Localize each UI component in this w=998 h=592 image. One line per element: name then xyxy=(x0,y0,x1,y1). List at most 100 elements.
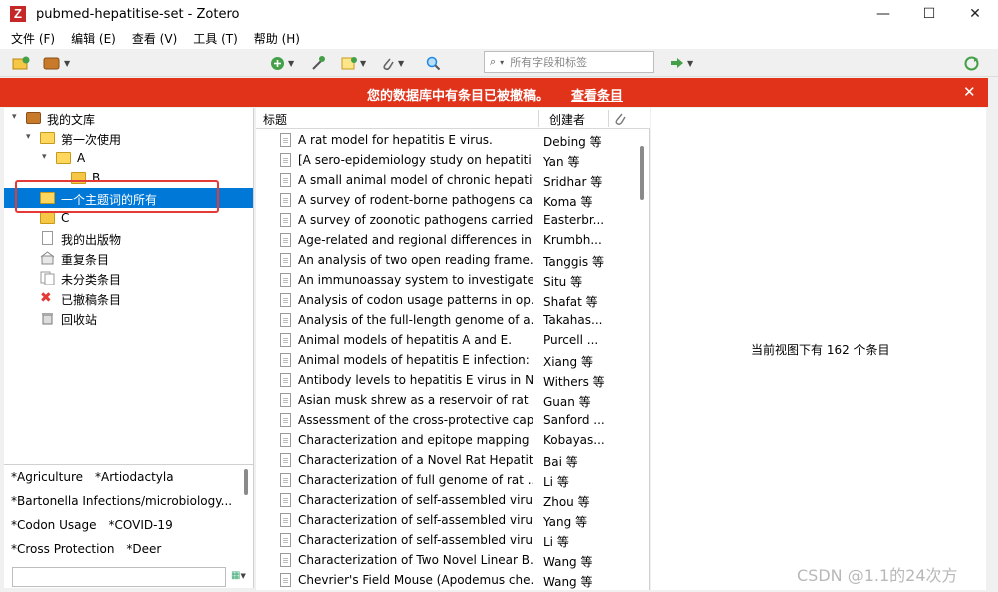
search-input[interactable]: ⌕ ▾ 所有字段和标签 xyxy=(484,51,654,73)
tree-item-label: A xyxy=(77,151,86,165)
sync-button[interactable] xyxy=(964,54,979,72)
tag-deer[interactable]: *Deer xyxy=(126,542,161,556)
journal-article-icon xyxy=(280,293,291,307)
menu-tools[interactable]: 工具 (T) xyxy=(188,30,243,47)
table-row[interactable]: Characterization of self-assembled viru.… xyxy=(256,490,634,510)
menu-help[interactable]: 帮助 (H) xyxy=(249,30,305,47)
table-row[interactable]: Characterization of self-assembled viru.… xyxy=(256,530,634,550)
menu-view[interactable]: 查看 (V) xyxy=(127,30,182,47)
table-row[interactable]: Characterization of full genome of rat .… xyxy=(256,470,634,490)
table-row[interactable]: An immunoassay system to investigate... S… xyxy=(256,270,634,290)
table-row[interactable]: Chevrier's Field Mouse (Apodemus che... W… xyxy=(256,570,634,590)
add-by-identifier-button[interactable] xyxy=(310,54,326,72)
table-row[interactable]: Age-related and regional differences in.… xyxy=(256,230,634,250)
locate-button[interactable]: ▼ xyxy=(670,54,693,72)
item-title: Analysis of the full-length genome of a.… xyxy=(298,313,533,327)
advanced-search-button[interactable] xyxy=(426,54,441,72)
menu-edit[interactable]: 编辑 (E) xyxy=(66,30,121,47)
table-row[interactable]: Asian musk shrew as a reservoir of rat .… xyxy=(256,390,634,410)
new-note-button[interactable]: ▼ xyxy=(341,54,366,72)
chevron-down-icon: ▼ xyxy=(687,58,694,68)
attachment-column-paperclip-icon[interactable] xyxy=(614,112,626,125)
item-creator: Shafat 等 xyxy=(543,295,598,309)
tag-covid-19[interactable]: *COVID-19 xyxy=(109,518,173,532)
tree-item-duplicates[interactable]: 重复条目 xyxy=(4,248,253,268)
item-title: Characterization of self-assembled viru.… xyxy=(298,513,533,527)
window-title: pubmed-hepatitise-set - Zotero xyxy=(36,6,240,22)
maximize-button[interactable]: ☐ xyxy=(906,0,952,28)
title-bar: Z pubmed-hepatitise-set - Zotero — ☐ ✕ xyxy=(0,0,998,28)
item-creator: Situ 等 xyxy=(543,275,583,289)
table-row[interactable]: [A sero-epidemiology study on hepatiti..… xyxy=(256,150,634,170)
items-scrollbar[interactable] xyxy=(640,146,644,200)
new-library-button[interactable]: ▼ xyxy=(43,54,70,72)
tag-selector: *Agriculture *Artiodactyla *Bartonella In… xyxy=(4,464,254,588)
column-divider[interactable] xyxy=(608,110,609,127)
magnifier-icon xyxy=(426,56,441,70)
chevron-down-icon[interactable]: ▾ xyxy=(12,112,17,122)
table-row[interactable]: Characterization of self-assembled viru.… xyxy=(256,510,634,530)
close-icon[interactable]: ✕ xyxy=(963,83,976,101)
journal-article-icon xyxy=(280,213,291,227)
tree-item-trash[interactable]: 回收站 xyxy=(4,308,253,328)
chevron-down-icon[interactable]: ▾ xyxy=(42,152,47,162)
note-icon xyxy=(341,57,357,70)
new-collection-button[interactable] xyxy=(12,54,30,72)
table-row[interactable]: Characterization of a Novel Rat Hepatit.… xyxy=(256,450,634,470)
window-edge xyxy=(988,78,998,592)
table-row[interactable]: Analysis of codon usage patterns in op..… xyxy=(256,290,634,310)
table-row[interactable]: A survey of zoonotic pathogens carried..… xyxy=(256,210,634,230)
tree-item-first-use[interactable]: ▾ 第一次使用 xyxy=(4,128,253,148)
highlight-annotation-box xyxy=(15,180,219,213)
table-row[interactable]: Analysis of the full-length genome of a.… xyxy=(256,310,634,330)
tag-cross-protection[interactable]: *Cross Protection xyxy=(11,542,114,556)
search-mode-chevron-icon[interactable]: ▾ xyxy=(500,58,504,67)
item-title: An immunoassay system to investigate... xyxy=(298,273,533,287)
journal-article-icon xyxy=(280,413,291,427)
column-divider[interactable] xyxy=(538,110,539,127)
tree-item-my-library[interactable]: ▾ 我的文库 xyxy=(4,108,253,128)
close-window-button[interactable]: ✕ xyxy=(952,0,998,28)
table-row[interactable]: An analysis of two open reading frame...… xyxy=(256,250,634,270)
tag-scrollbar[interactable] xyxy=(244,469,248,495)
table-row[interactable]: Animal models of hepatitis A and E. Purce… xyxy=(256,330,634,350)
item-count-message: 当前视图下有 162 个条目 xyxy=(751,343,890,357)
tree-item-unfiled[interactable]: 未分类条目 xyxy=(4,268,253,288)
journal-article-icon xyxy=(280,393,291,407)
table-row[interactable]: A survey of rodent-borne pathogens ca...… xyxy=(256,190,634,210)
minimize-button[interactable]: — xyxy=(860,0,906,28)
item-creator: Krumbh... xyxy=(543,233,602,247)
column-title[interactable]: 标题 xyxy=(263,111,287,128)
tag-row: *Bartonella Infections/microbiology... xyxy=(11,494,244,508)
tag-codon-usage[interactable]: *Codon Usage xyxy=(11,518,97,532)
journal-article-icon xyxy=(280,553,291,567)
table-row[interactable]: A rat model for hepatitis E virus. Debing… xyxy=(256,130,634,150)
retraction-alert-message: 您的数据库中有条目已被撤稿。 xyxy=(367,89,550,104)
new-item-button[interactable]: ▼ xyxy=(270,54,294,72)
table-row[interactable]: Assessment of the cross-protective cap..… xyxy=(256,410,634,430)
tree-item-label: 重复条目 xyxy=(61,253,110,267)
table-row[interactable]: Characterization and epitope mapping ...… xyxy=(256,430,634,450)
tag-bartonella[interactable]: *Bartonella Infections/microbiology... xyxy=(11,494,232,508)
tag-filter-input[interactable] xyxy=(12,567,226,587)
table-row[interactable]: A small animal model of chronic hepatit.… xyxy=(256,170,634,190)
journal-article-icon xyxy=(280,533,291,547)
item-title: Animal models of hepatitis E infection: … xyxy=(298,353,533,367)
tree-item-a[interactable]: ▾ A xyxy=(4,148,253,168)
tag-actions-grid-icon[interactable]: ▦▼ xyxy=(231,570,246,581)
tag-row: *Agriculture *Artiodactyla xyxy=(11,470,186,484)
tag-artiodactyla[interactable]: *Artiodactyla xyxy=(95,470,174,484)
item-creator: Tanggis 等 xyxy=(543,255,604,269)
view-items-link[interactable]: 查看条目 xyxy=(571,85,623,104)
tree-item-retracted[interactable]: ✖ 已撤稿条目 xyxy=(4,288,253,308)
tree-item-my-publications[interactable]: 我的出版物 xyxy=(4,228,253,248)
tag-agriculture[interactable]: *Agriculture xyxy=(11,470,83,484)
table-row[interactable]: Animal models of hepatitis E infection: … xyxy=(256,350,634,370)
column-creator[interactable]: 创建者 xyxy=(549,111,585,128)
table-row[interactable]: Characterization of Two Novel Linear B..… xyxy=(256,550,634,570)
add-attachment-button[interactable]: ▼ xyxy=(381,54,404,72)
menu-file[interactable]: 文件 (F) xyxy=(6,30,60,47)
chevron-down-icon[interactable]: ▾ xyxy=(26,132,31,142)
journal-article-icon xyxy=(280,273,291,287)
table-row[interactable]: Antibody levels to hepatitis E virus in … xyxy=(256,370,634,390)
